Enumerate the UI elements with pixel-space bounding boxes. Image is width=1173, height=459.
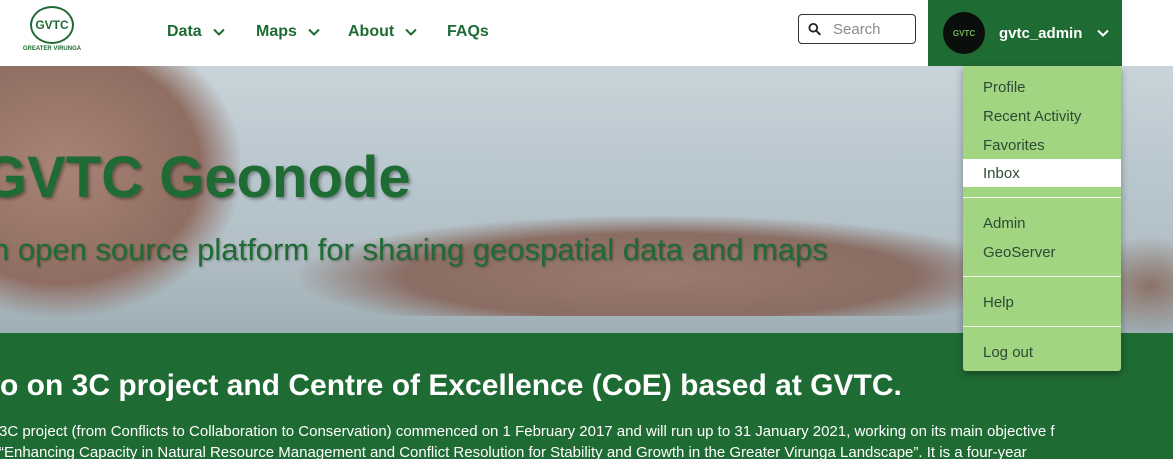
menu-divider — [963, 326, 1121, 327]
user-dropdown-menu: Profile Recent Activity Favorites Inbox … — [963, 66, 1121, 371]
nav-data-menu[interactable]: Data — [167, 20, 226, 44]
chevron-down-icon — [405, 28, 417, 36]
logo-text: GVTC — [35, 18, 69, 32]
nav-data-label: Data — [167, 23, 202, 40]
chevron-down-icon — [1097, 29, 1110, 37]
menu-item-logout[interactable]: Log out — [963, 338, 1121, 366]
menu-item-geoserver[interactable]: GeoServer — [963, 238, 1121, 266]
hero-title: GVTC Geonode — [0, 145, 411, 210]
nav-about-menu[interactable]: About — [348, 20, 418, 44]
nav-maps-label: Maps — [256, 23, 297, 40]
menu-item-inbox[interactable]: Inbox — [963, 159, 1121, 187]
user-menu-button[interactable]: GVTC gvtc_admin — [928, 0, 1122, 66]
hero-subtitle: n open source platform for sharing geosp… — [0, 232, 828, 267]
info-body: 3C project (from Conflicts to Collaborat… — [0, 423, 1055, 459]
gvtc-logo[interactable]: GVTC GREATER VIRUNGA — [20, 6, 84, 56]
top-navbar: GVTC GREATER VIRUNGA Data Maps About FAQ… — [0, 0, 1173, 67]
username-label: gvtc_admin — [999, 24, 1083, 42]
search-icon[interactable] — [808, 21, 821, 37]
nav-maps-menu[interactable]: Maps — [256, 20, 321, 44]
chevron-down-icon — [212, 28, 225, 36]
menu-item-recent-activity[interactable]: Recent Activity — [963, 102, 1121, 130]
logo-emblem: GVTC — [30, 6, 74, 44]
menu-divider — [963, 197, 1121, 198]
menu-item-favorites[interactable]: Favorites — [963, 131, 1121, 159]
menu-item-admin[interactable]: Admin — [963, 209, 1121, 237]
search-input[interactable] — [831, 19, 915, 39]
menu-item-help[interactable]: Help — [963, 288, 1121, 316]
logo-subtitle: GREATER VIRUNGA — [22, 46, 82, 52]
search-box[interactable] — [798, 14, 916, 44]
nav-faqs-label: FAQs — [447, 23, 489, 40]
menu-divider — [963, 276, 1121, 277]
nav-about-label: About — [348, 23, 395, 40]
avatar: GVTC — [943, 12, 985, 54]
chevron-down-icon — [308, 28, 320, 36]
info-heading: fo on 3C project and Centre of Excellenc… — [0, 369, 902, 402]
avatar-logo-text: GVTC — [952, 28, 976, 38]
menu-item-profile[interactable]: Profile — [963, 73, 1121, 101]
nav-faqs-link[interactable]: FAQs — [447, 20, 489, 44]
